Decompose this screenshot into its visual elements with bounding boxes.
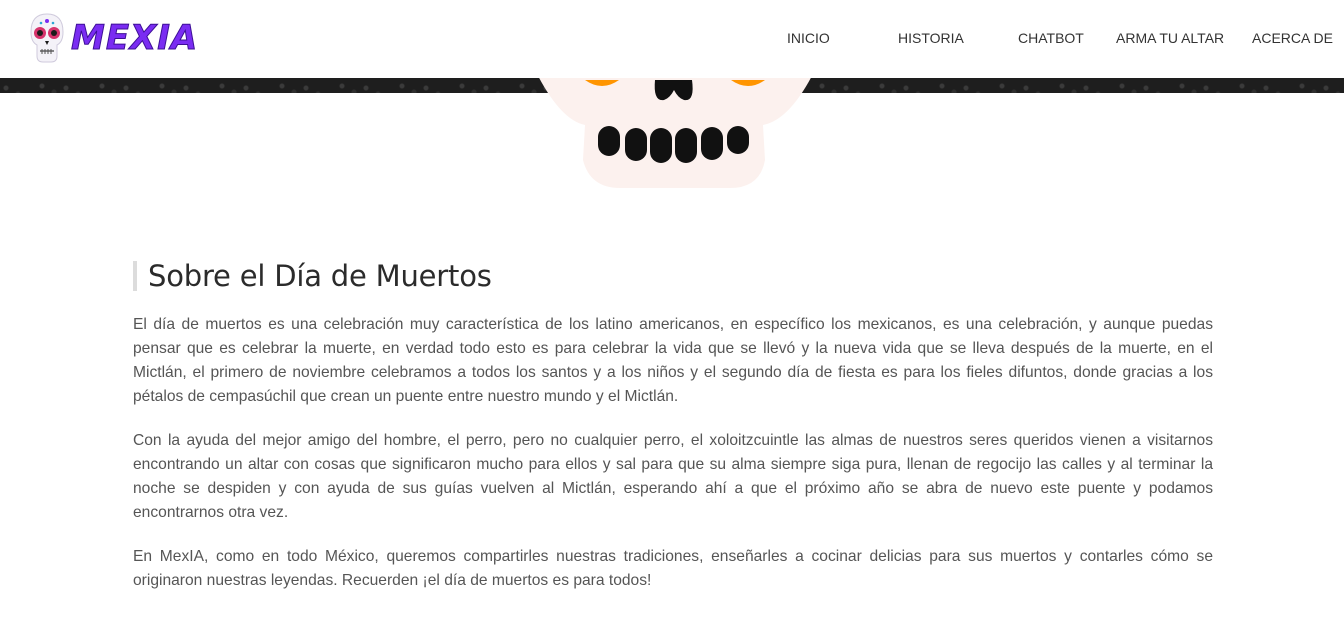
paragraph-2: Con la ayuda del mejor amigo del hombre,… bbox=[133, 432, 1213, 521]
nav-item-arma-tu-altar[interactable]: ARMA TU ALTAR bbox=[1116, 30, 1224, 46]
section-heading: Sobre el Día de Muertos bbox=[133, 258, 1213, 294]
nav-item-chatbot[interactable]: CHATBOT bbox=[1018, 30, 1084, 46]
paragraph-3: En MexIA, como en todo México, queremos … bbox=[133, 548, 1213, 589]
nav-item-inicio[interactable]: INICIO bbox=[787, 30, 830, 46]
paragraph-1: El día de muertos es una celebración muy… bbox=[133, 316, 1213, 405]
about-section: Sobre el Día de Muertos El día de muerto… bbox=[133, 258, 1213, 593]
main-nav: INICIO HISTORIA CHATBOT ARMA TU ALTAR AC… bbox=[0, 30, 1344, 50]
site-header: MEXIA INICIO HISTORIA CHATBOT ARMA TU AL… bbox=[0, 0, 1344, 78]
nav-item-historia[interactable]: HISTORIA bbox=[898, 30, 964, 46]
heading-accent-bar bbox=[133, 261, 137, 291]
section-title: Sobre el Día de Muertos bbox=[148, 259, 492, 293]
nav-item-acerca-de[interactable]: ACERCA DE bbox=[1252, 30, 1333, 46]
